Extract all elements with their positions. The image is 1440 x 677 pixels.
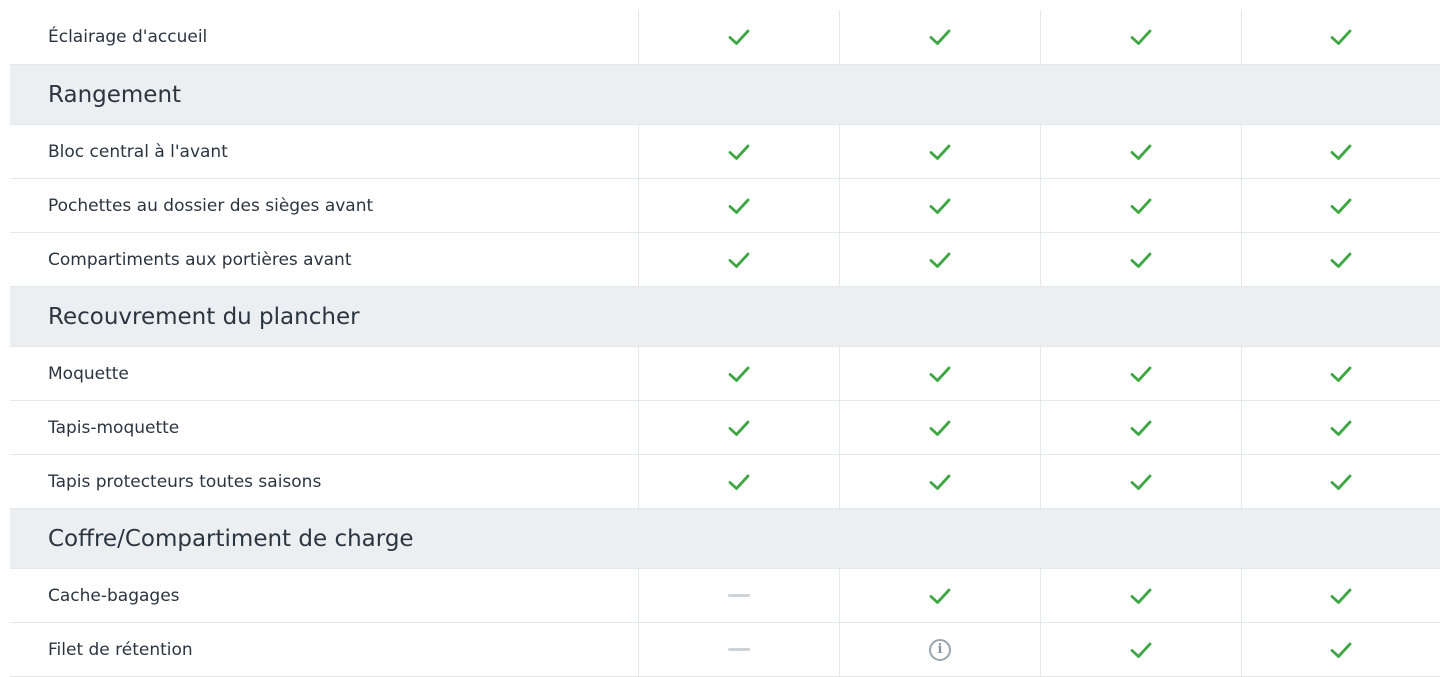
availability-cell bbox=[639, 623, 840, 676]
check-icon bbox=[929, 198, 951, 214]
dash-icon bbox=[728, 648, 750, 651]
check-icon bbox=[929, 29, 951, 45]
availability-cell bbox=[1041, 10, 1242, 64]
feature-label: Filet de rétention bbox=[10, 623, 639, 676]
availability-cell bbox=[1242, 569, 1439, 622]
check-icon bbox=[1130, 366, 1152, 382]
check-icon bbox=[1330, 29, 1351, 45]
availability-cell bbox=[639, 125, 840, 178]
section-header: Coffre/Compartiment de charge bbox=[10, 509, 1440, 569]
info-icon[interactable]: i bbox=[929, 638, 951, 661]
availability-cell bbox=[840, 401, 1041, 454]
availability-cell bbox=[1041, 569, 1242, 622]
check-icon bbox=[728, 29, 750, 45]
check-icon bbox=[728, 144, 750, 160]
check-icon bbox=[1330, 588, 1351, 604]
check-icon bbox=[1130, 420, 1152, 436]
feature-row: Tapis-moquette bbox=[10, 401, 1440, 455]
check-icon bbox=[1330, 474, 1351, 490]
section-header: Recouvrement du plancher bbox=[10, 287, 1440, 347]
section-header: Rangement bbox=[10, 65, 1440, 125]
check-icon bbox=[1130, 588, 1152, 604]
check-icon bbox=[1130, 198, 1152, 214]
availability-cell bbox=[840, 125, 1041, 178]
check-icon bbox=[929, 366, 951, 382]
availability-cell bbox=[1041, 347, 1242, 400]
check-icon bbox=[929, 252, 951, 268]
availability-cell bbox=[840, 455, 1041, 508]
availability-cell bbox=[1041, 233, 1242, 286]
check-icon bbox=[929, 420, 951, 436]
check-icon bbox=[728, 366, 750, 382]
availability-cell bbox=[1041, 179, 1242, 232]
check-icon bbox=[1130, 474, 1152, 490]
check-icon bbox=[728, 198, 750, 214]
availability-cell bbox=[639, 401, 840, 454]
availability-cell bbox=[1041, 623, 1242, 676]
availability-cell bbox=[1242, 401, 1439, 454]
availability-cell bbox=[840, 10, 1041, 64]
check-icon bbox=[1330, 420, 1351, 436]
availability-cell bbox=[639, 569, 840, 622]
check-icon bbox=[728, 420, 750, 436]
check-icon bbox=[1330, 366, 1351, 382]
check-icon bbox=[1130, 144, 1152, 160]
availability-cell bbox=[639, 347, 840, 400]
check-icon bbox=[929, 474, 951, 490]
feature-label: Bloc central à l'avant bbox=[10, 125, 639, 178]
availability-cell bbox=[1242, 455, 1439, 508]
availability-cell bbox=[1242, 125, 1439, 178]
feature-label: Compartiments aux portières avant bbox=[10, 233, 639, 286]
availability-cell bbox=[639, 179, 840, 232]
check-icon bbox=[1330, 642, 1351, 658]
availability-cell bbox=[1242, 10, 1439, 64]
feature-label: Moquette bbox=[10, 347, 639, 400]
feature-row: Cache-bagages bbox=[10, 569, 1440, 623]
availability-cell: i bbox=[840, 623, 1041, 676]
check-icon bbox=[929, 588, 951, 604]
check-icon bbox=[1130, 29, 1152, 45]
feature-row: Tapis protecteurs toutes saisons bbox=[10, 455, 1440, 509]
availability-cell bbox=[1041, 125, 1242, 178]
feature-row: Moquette bbox=[10, 347, 1440, 401]
availability-cell bbox=[840, 347, 1041, 400]
feature-comparison-table: Éclairage d'accueil Rangement Bloc central… bbox=[10, 10, 1440, 677]
feature-label: Éclairage d'accueil bbox=[10, 10, 639, 64]
check-icon bbox=[929, 144, 951, 160]
feature-row: Éclairage d'accueil bbox=[10, 10, 1440, 65]
availability-cell bbox=[1242, 623, 1439, 676]
feature-row: Filet de rétention i bbox=[10, 623, 1440, 677]
check-icon bbox=[1330, 252, 1351, 268]
dash-icon bbox=[728, 594, 750, 597]
check-icon bbox=[728, 474, 750, 490]
availability-cell bbox=[639, 455, 840, 508]
availability-cell bbox=[639, 10, 840, 64]
check-icon bbox=[1130, 252, 1152, 268]
availability-cell bbox=[840, 233, 1041, 286]
feature-row: Bloc central à l'avant bbox=[10, 125, 1440, 179]
availability-cell bbox=[1041, 401, 1242, 454]
availability-cell bbox=[840, 569, 1041, 622]
availability-cell bbox=[1242, 233, 1439, 286]
check-icon bbox=[728, 252, 750, 268]
availability-cell bbox=[1242, 347, 1439, 400]
check-icon bbox=[1330, 198, 1351, 214]
check-icon bbox=[1130, 642, 1152, 658]
feature-label: Tapis protecteurs toutes saisons bbox=[10, 455, 639, 508]
availability-cell bbox=[639, 233, 840, 286]
availability-cell bbox=[1041, 455, 1242, 508]
availability-cell bbox=[1242, 179, 1439, 232]
feature-row: Compartiments aux portières avant bbox=[10, 233, 1440, 287]
feature-label: Pochettes au dossier des sièges avant bbox=[10, 179, 639, 232]
feature-row: Pochettes au dossier des sièges avant bbox=[10, 179, 1440, 233]
availability-cell bbox=[840, 179, 1041, 232]
feature-label: Tapis-moquette bbox=[10, 401, 639, 454]
check-icon bbox=[1330, 144, 1351, 160]
feature-label: Cache-bagages bbox=[10, 569, 639, 622]
